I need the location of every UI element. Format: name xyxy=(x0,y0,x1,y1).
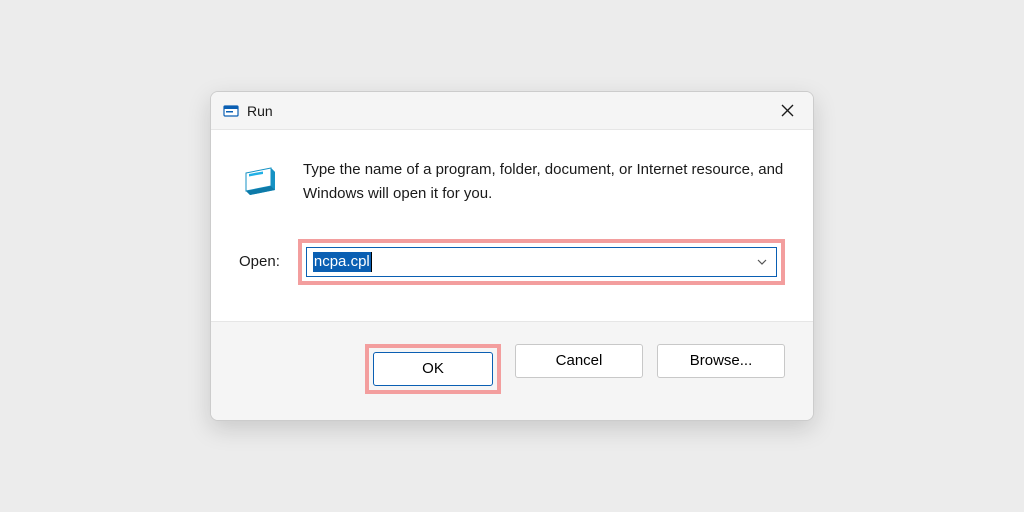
titlebar: Run xyxy=(211,92,813,130)
dialog-content: Type the name of a program, folder, docu… xyxy=(211,130,813,321)
chevron-down-icon xyxy=(757,259,767,265)
dialog-title: Run xyxy=(247,103,765,119)
dialog-footer: OK Cancel Browse... xyxy=(211,321,813,420)
cancel-button[interactable]: Cancel xyxy=(515,344,643,378)
open-combobox[interactable]: ncpa.cpl xyxy=(306,247,777,277)
ok-button[interactable]: OK xyxy=(373,352,493,386)
text-cursor xyxy=(371,252,372,272)
browse-button[interactable]: Browse... xyxy=(657,344,785,378)
info-row: Type the name of a program, folder, docu… xyxy=(239,158,785,205)
close-button[interactable] xyxy=(765,96,809,126)
close-icon xyxy=(781,104,794,117)
run-app-icon xyxy=(239,162,279,202)
ok-highlight: OK xyxy=(365,344,501,394)
input-highlight: ncpa.cpl xyxy=(298,239,785,285)
open-input-value: ncpa.cpl xyxy=(313,252,371,272)
dialog-description: Type the name of a program, folder, docu… xyxy=(303,158,785,205)
run-title-icon xyxy=(223,103,239,119)
open-row: Open: ncpa.cpl xyxy=(239,239,785,285)
open-label: Open: xyxy=(239,253,280,270)
combobox-dropdown-button[interactable] xyxy=(749,249,775,275)
run-dialog: Run Type the name of xyxy=(210,91,814,421)
